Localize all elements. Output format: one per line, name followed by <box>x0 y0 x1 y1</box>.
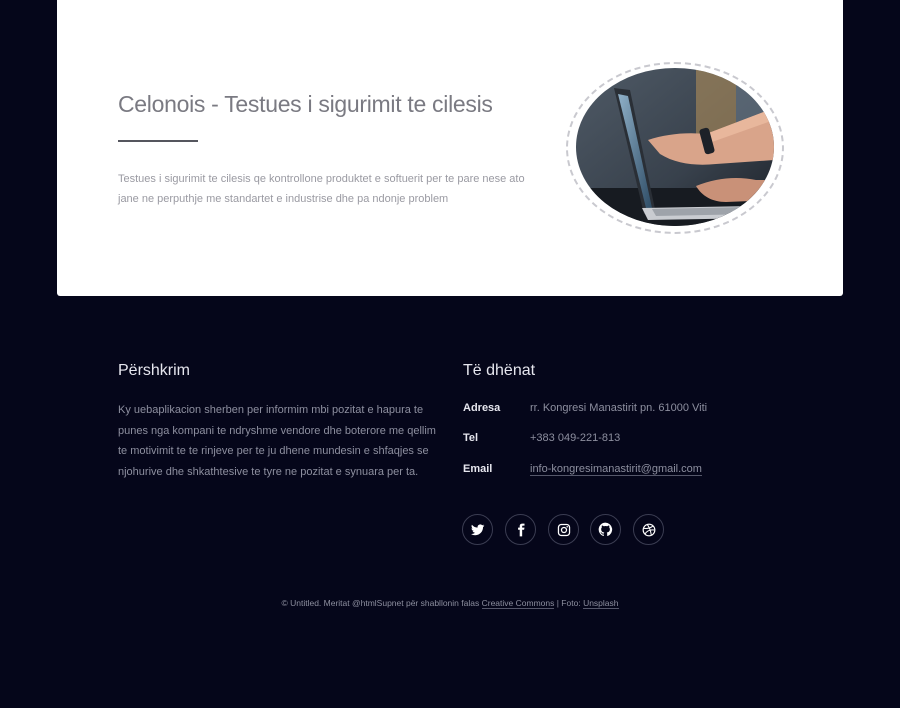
address-value: rr. Kongresi Manastirit pn. 61000 Viti <box>530 402 708 414</box>
twitter-icon <box>470 523 484 535</box>
dribbble-button[interactable] <box>633 514 664 545</box>
facebook-button[interactable] <box>505 514 536 545</box>
dribbble-icon <box>642 523 655 536</box>
facebook-icon <box>517 523 524 536</box>
copyright-separator: | Foto: <box>556 598 581 608</box>
instagram-button[interactable] <box>548 514 579 545</box>
info-heading: Të dhënat <box>463 362 536 379</box>
email-label: Email <box>463 463 493 475</box>
creative-commons-link[interactable]: Creative Commons <box>481 598 555 609</box>
email-value-wrap: info-kongresimanastirit@gmail.com <box>530 463 702 476</box>
github-button[interactable] <box>590 514 621 545</box>
phone-label: Tel <box>463 432 479 444</box>
feature-photo <box>576 68 774 226</box>
feature-title: Celonois - Testues i sigurimit te cilesi… <box>118 91 493 117</box>
github-icon <box>598 522 613 537</box>
instagram-icon <box>557 523 570 536</box>
copyright: © Untitled. Meritat @htmlSupnet për shab… <box>0 598 900 609</box>
address-label: Adresa <box>463 402 501 414</box>
phone-value: +383 049-221-813 <box>530 432 621 444</box>
title-divider <box>118 140 198 142</box>
copyright-text: © Untitled. Meritat @htmlSupnet për shab… <box>281 598 480 608</box>
laptop-photo-illustration <box>576 68 774 226</box>
feature-description: Testues i sigurimit te cilesis qe kontro… <box>118 173 525 205</box>
footer-description: Ky uebaplikacion sherben per informim mb… <box>118 404 436 478</box>
description-heading: Përshkrim <box>118 362 191 379</box>
email-link[interactable]: info-kongresimanastirit@gmail.com <box>530 463 702 476</box>
feature-card: Celonois - Testues i sigurimit te cilesi… <box>57 0 843 296</box>
unsplash-link[interactable]: Unsplash <box>583 598 619 609</box>
twitter-button[interactable] <box>462 514 493 545</box>
